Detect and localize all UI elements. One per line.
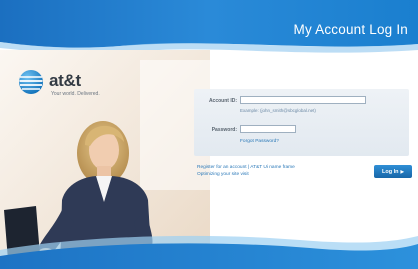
account-id-hint: Example: (john_smith@sbcglobal.net) xyxy=(240,108,316,113)
password-input[interactable] xyxy=(240,125,296,133)
register-link[interactable]: Register for an account | AT&T Ui name f… xyxy=(197,165,295,170)
logo-wordmark: at&t xyxy=(49,71,81,90)
login-button-label: Log In xyxy=(382,168,399,175)
account-id-input[interactable] xyxy=(240,96,366,104)
login-button[interactable]: Log In ▶ xyxy=(374,165,412,178)
att-globe-icon xyxy=(19,70,43,94)
bottom-swoosh-decoration xyxy=(0,235,418,269)
login-form-panel: Account ID: Example: (john_smith@sbcglob… xyxy=(194,89,409,156)
optimizing-link[interactable]: Optimizing your site visit xyxy=(197,172,249,177)
logo-tagline: Your world. Delivered. xyxy=(51,91,100,97)
att-logo: at&t Your world. Delivered. xyxy=(18,69,138,103)
right-triangle-icon: ▶ xyxy=(400,168,404,174)
forgot-password-link[interactable]: Forgot Password? xyxy=(240,139,279,144)
password-label: Password: xyxy=(211,127,237,133)
account-id-label: Account ID: xyxy=(208,98,237,104)
login-page: My Account Log In at&t Your world. Deliv… xyxy=(0,0,418,269)
page-title: My Account Log In xyxy=(293,22,408,37)
